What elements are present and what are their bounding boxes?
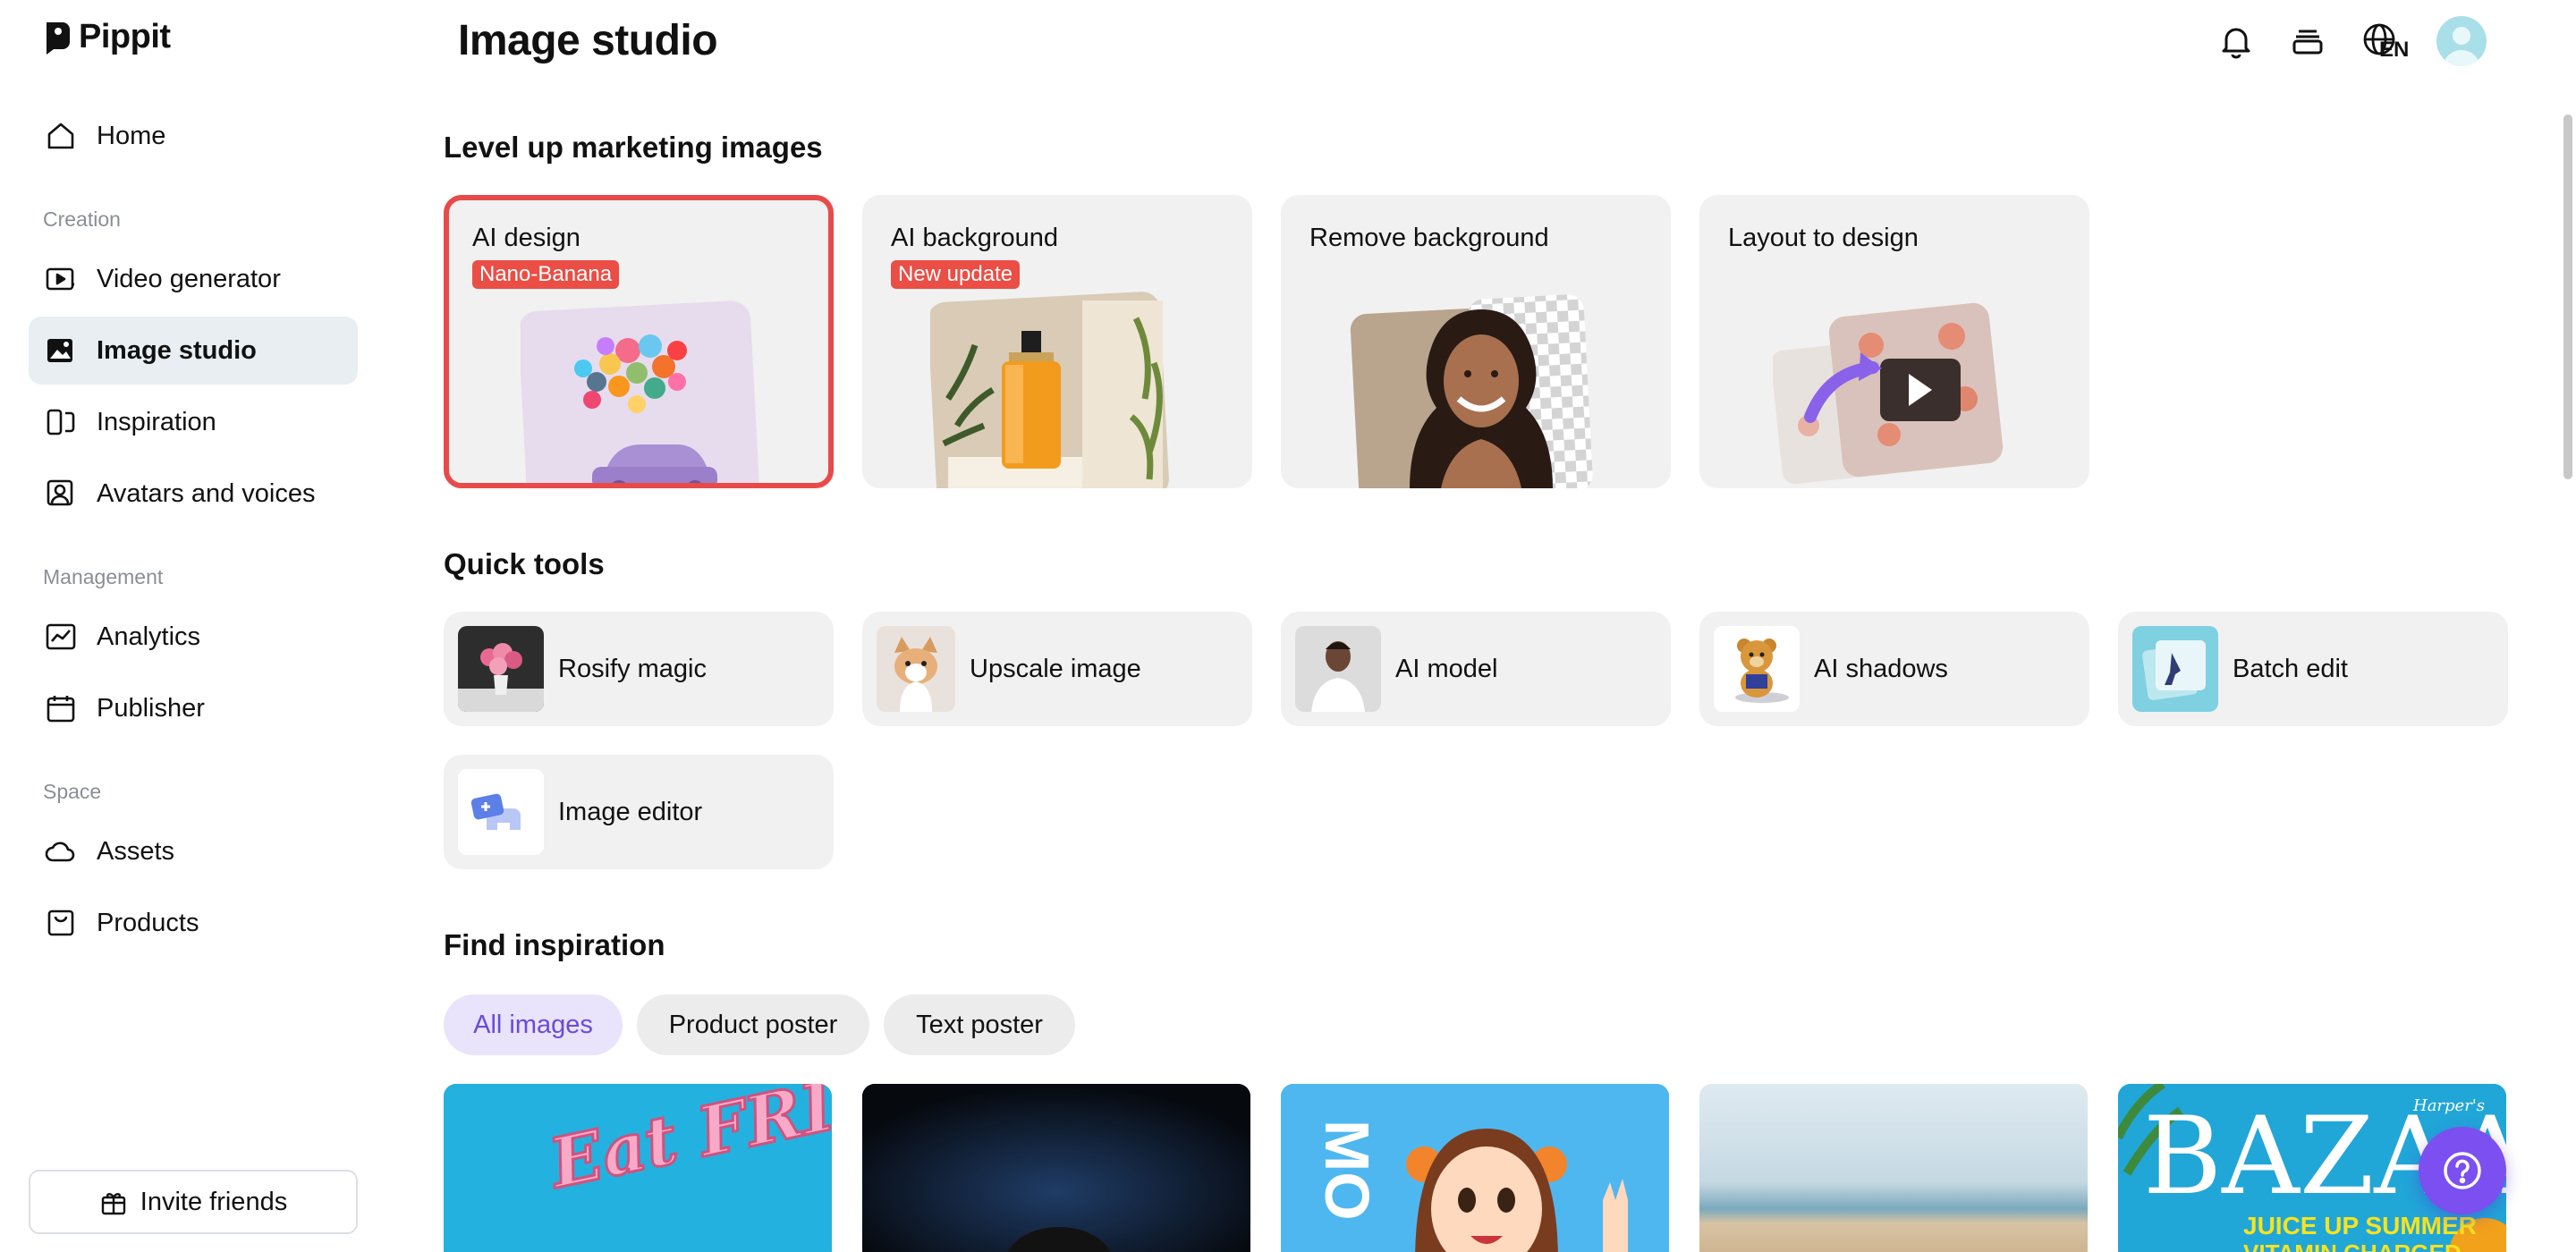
- quick-tool-image-editor[interactable]: Image editor: [444, 755, 834, 869]
- user-avatar-icon: [2444, 27, 2479, 66]
- feature-card-layout-to-design[interactable]: Layout to design: [1699, 195, 2089, 488]
- remove-background-thumbnail: [1350, 294, 1593, 488]
- inspiration-card[interactable]: MO: [1281, 1084, 1669, 1252]
- sidebar-item-label: Analytics: [97, 622, 201, 651]
- feature-card-ai-design[interactable]: AI design Nano-Banana: [444, 195, 834, 488]
- quick-tool-label: Batch edit: [2233, 654, 2348, 683]
- section-heading-quick-tools: Quick tools: [444, 547, 605, 580]
- brand-logo[interactable]: Pippit: [43, 18, 171, 56]
- sidebar-item-assets[interactable]: Assets: [29, 817, 358, 885]
- sidebar-item-label: Assets: [97, 836, 175, 866]
- notification-bell-icon[interactable]: [2213, 18, 2259, 64]
- invite-friends-button[interactable]: Invite friends: [29, 1170, 358, 1234]
- inspiration-card[interactable]: [1699, 1084, 2088, 1252]
- quick-tool-ai-shadows[interactable]: AI shadows: [1699, 612, 2089, 726]
- brand-name: Pippit: [79, 18, 171, 55]
- cloud-icon: [43, 833, 79, 869]
- inspiration-image-dark-product: [862, 1084, 1250, 1252]
- section-title-creation: Creation: [43, 207, 121, 231]
- section-heading-find-inspiration: Find inspiration: [444, 928, 665, 961]
- inspiration-image-cartoon-girl: MO: [1281, 1084, 1669, 1252]
- image-editor-thumbnail: [458, 769, 544, 855]
- image-studio-icon: [43, 333, 79, 368]
- quick-tool-label: AI shadows: [1814, 654, 1948, 683]
- sidebar-item-products[interactable]: Products: [29, 889, 358, 957]
- stack-icon[interactable]: [2284, 18, 2331, 64]
- inspiration-sub-text-1: JUICE UP SUMMER: [2243, 1212, 2477, 1239]
- sidebar-item-inspiration[interactable]: Inspiration: [29, 388, 358, 456]
- inspiration-image-fritas: Eat FRITAS!: [444, 1084, 832, 1252]
- feature-card-title: Layout to design: [1728, 224, 1919, 252]
- inspiration-card[interactable]: [862, 1084, 1250, 1252]
- scrollbar[interactable]: [2563, 114, 2572, 479]
- invite-friends-label: Invite friends: [140, 1187, 288, 1216]
- inspiration-icon: [43, 404, 79, 440]
- layout-to-design-thumbnail: [1773, 302, 2004, 485]
- quick-tool-batch-edit[interactable]: Batch edit: [2118, 612, 2508, 726]
- filter-chip-all-images[interactable]: All images: [444, 994, 623, 1055]
- sidebar-item-image-studio[interactable]: Image studio: [29, 317, 358, 385]
- batch-edit-thumbnail: [2132, 626, 2218, 712]
- sidebar-item-label: Video generator: [97, 264, 281, 293]
- sidebar-item-publisher[interactable]: Publisher: [29, 674, 358, 742]
- ai-background-thumbnail: [930, 292, 1169, 488]
- feature-card-ai-background[interactable]: AI background New update: [862, 195, 1252, 488]
- feature-card-title: AI design: [472, 224, 580, 252]
- quick-tool-label: Image editor: [558, 797, 703, 826]
- feature-card-title: AI background: [891, 224, 1059, 252]
- feature-badge: New update: [891, 260, 1021, 289]
- calendar-icon: [43, 690, 79, 726]
- pippit-logo-icon: [47, 21, 70, 55]
- quick-tool-rosify-magic[interactable]: Rosify magic: [444, 612, 834, 726]
- gift-icon: [101, 1193, 125, 1215]
- video-generator-icon: [43, 261, 79, 297]
- sidebar: Pippit Home Creation Video generator Ima…: [0, 0, 386, 1252]
- inspiration-card[interactable]: Eat FRITAS!: [444, 1084, 832, 1252]
- ai-design-thumbnail: [521, 300, 759, 483]
- language-label: EN: [2379, 38, 2410, 62]
- analytics-icon: [43, 619, 79, 655]
- feature-card-title: Remove background: [1309, 224, 1549, 252]
- section-heading-marketing: Level up marketing images: [444, 131, 823, 164]
- help-question-icon: [2444, 1152, 2481, 1189]
- inspiration-sub-text-2: VITAMIN CHARGED: [2243, 1239, 2462, 1252]
- filter-chip-product-poster[interactable]: Product poster: [637, 994, 869, 1055]
- sidebar-item-video-generator[interactable]: Video generator: [29, 245, 358, 313]
- home-icon: [43, 118, 79, 154]
- quick-tool-label: AI model: [1395, 654, 1498, 683]
- section-title-management: Management: [43, 565, 164, 588]
- quick-tool-label: Upscale image: [970, 654, 1141, 683]
- rosify-magic-thumbnail: [458, 626, 544, 712]
- ai-model-thumbnail: [1295, 626, 1381, 712]
- inspiration-image-beach: [1699, 1084, 2088, 1252]
- feature-card-remove-background[interactable]: Remove background: [1281, 195, 1671, 488]
- product-box-icon: [43, 905, 79, 941]
- avatar-voice-icon: [43, 476, 79, 512]
- feature-badge: Nano-Banana: [472, 260, 620, 289]
- help-button[interactable]: [2419, 1127, 2506, 1214]
- inspiration-text: MO: [1312, 1120, 1382, 1221]
- sidebar-item-label: Products: [97, 908, 199, 937]
- sidebar-item-label: Home: [97, 121, 166, 150]
- section-title-space: Space: [43, 780, 102, 803]
- quick-tool-ai-model[interactable]: AI model: [1281, 612, 1671, 726]
- ai-shadows-thumbnail: [1714, 626, 1800, 712]
- sidebar-item-label: Image studio: [97, 335, 257, 365]
- sidebar-item-analytics[interactable]: Analytics: [29, 603, 358, 671]
- sidebar-item-label: Avatars and voices: [97, 478, 316, 508]
- sidebar-item-home[interactable]: Home: [29, 102, 358, 170]
- quick-tool-upscale-image[interactable]: Upscale image: [862, 612, 1252, 726]
- page-title: Image studio: [458, 17, 718, 64]
- quick-tool-label: Rosify magic: [558, 654, 707, 683]
- filter-chip-text-poster[interactable]: Text poster: [884, 994, 1075, 1055]
- sidebar-item-avatars-and-voices[interactable]: Avatars and voices: [29, 460, 358, 528]
- upscale-image-thumbnail: [877, 626, 955, 712]
- sidebar-item-label: Inspiration: [97, 407, 216, 436]
- sidebar-item-label: Publisher: [97, 693, 205, 723]
- avatar[interactable]: [2436, 16, 2487, 66]
